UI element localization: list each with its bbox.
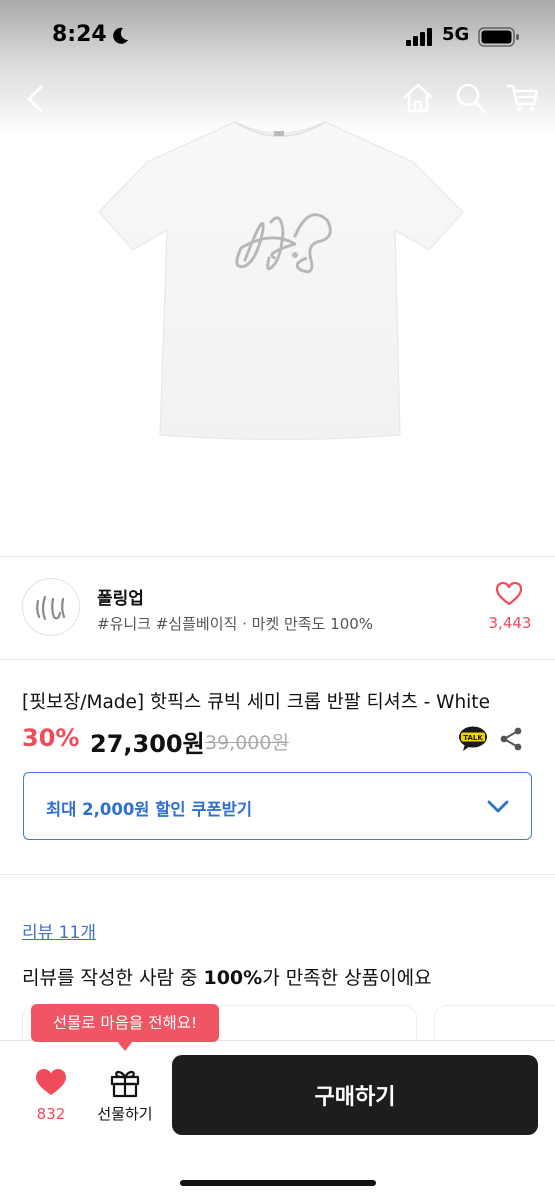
divider [0,659,555,660]
buy-button[interactable]: 구매하기 [172,1055,538,1135]
status-bar: 8:24 5G [0,18,555,58]
battery-icon [478,27,520,51]
kakao-talk-icon[interactable]: TALK [458,726,488,756]
section-divider [0,874,555,875]
divider [0,556,555,557]
gift-icon[interactable] [109,1068,141,1102]
seller-name[interactable]: 폴링업 [97,584,144,609]
wish-count: 832 [36,1105,66,1123]
network-type: 5G [442,24,470,45]
original-price: 39,000원 [205,732,289,754]
seller-tags: #유니크 #심플베이직 · 마켓 만족도 100% [97,615,374,633]
sale-price: 27,300원 [90,730,205,758]
review-satisfaction-rate: 100% [203,967,263,989]
seller-like-count: 3,443 [488,614,532,632]
gift-label[interactable]: 선물하기 [90,1103,160,1124]
gift-tooltip: 선물로 마음을 전해요! [31,1004,219,1042]
cart-icon[interactable] [506,82,539,114]
review-summary-prefix: 리뷰를 작성한 사람 중 [22,967,204,989]
heart-filled-icon[interactable] [35,1068,67,1101]
discount-rate: 30% [22,724,80,752]
review-summary-suffix: 가 만족한 상품이에요 [262,967,432,989]
coupon-label: 최대 2,000원 할인 쿠폰받기 [46,800,253,819]
home-icon[interactable] [402,82,434,114]
search-icon[interactable] [455,82,487,114]
chevron-down-icon [486,795,510,823]
product-title: [핏보장/Made] 핫픽스 큐빅 세미 크롭 반팔 티셔츠 - White [22,692,490,713]
review-summary: 리뷰를 작성한 사람 중 100%가 만족한 상품이에요 [22,963,432,990]
share-icon[interactable] [498,726,524,756]
tshirt-image [95,110,465,445]
status-time: 8:24 [52,22,107,47]
tooltip-tail [117,1041,133,1051]
svg-text:TALK: TALK [463,734,483,742]
signal-icon [406,28,434,50]
seller-logo[interactable] [22,578,80,636]
heart-outline-icon[interactable] [495,581,523,610]
coupon-button[interactable]: 최대 2,000원 할인 쿠폰받기 [23,772,532,840]
review-count-link[interactable]: 리뷰 11개 [22,918,96,943]
back-icon[interactable] [22,84,52,114]
home-indicator [180,1180,376,1186]
moon-icon [110,26,130,50]
